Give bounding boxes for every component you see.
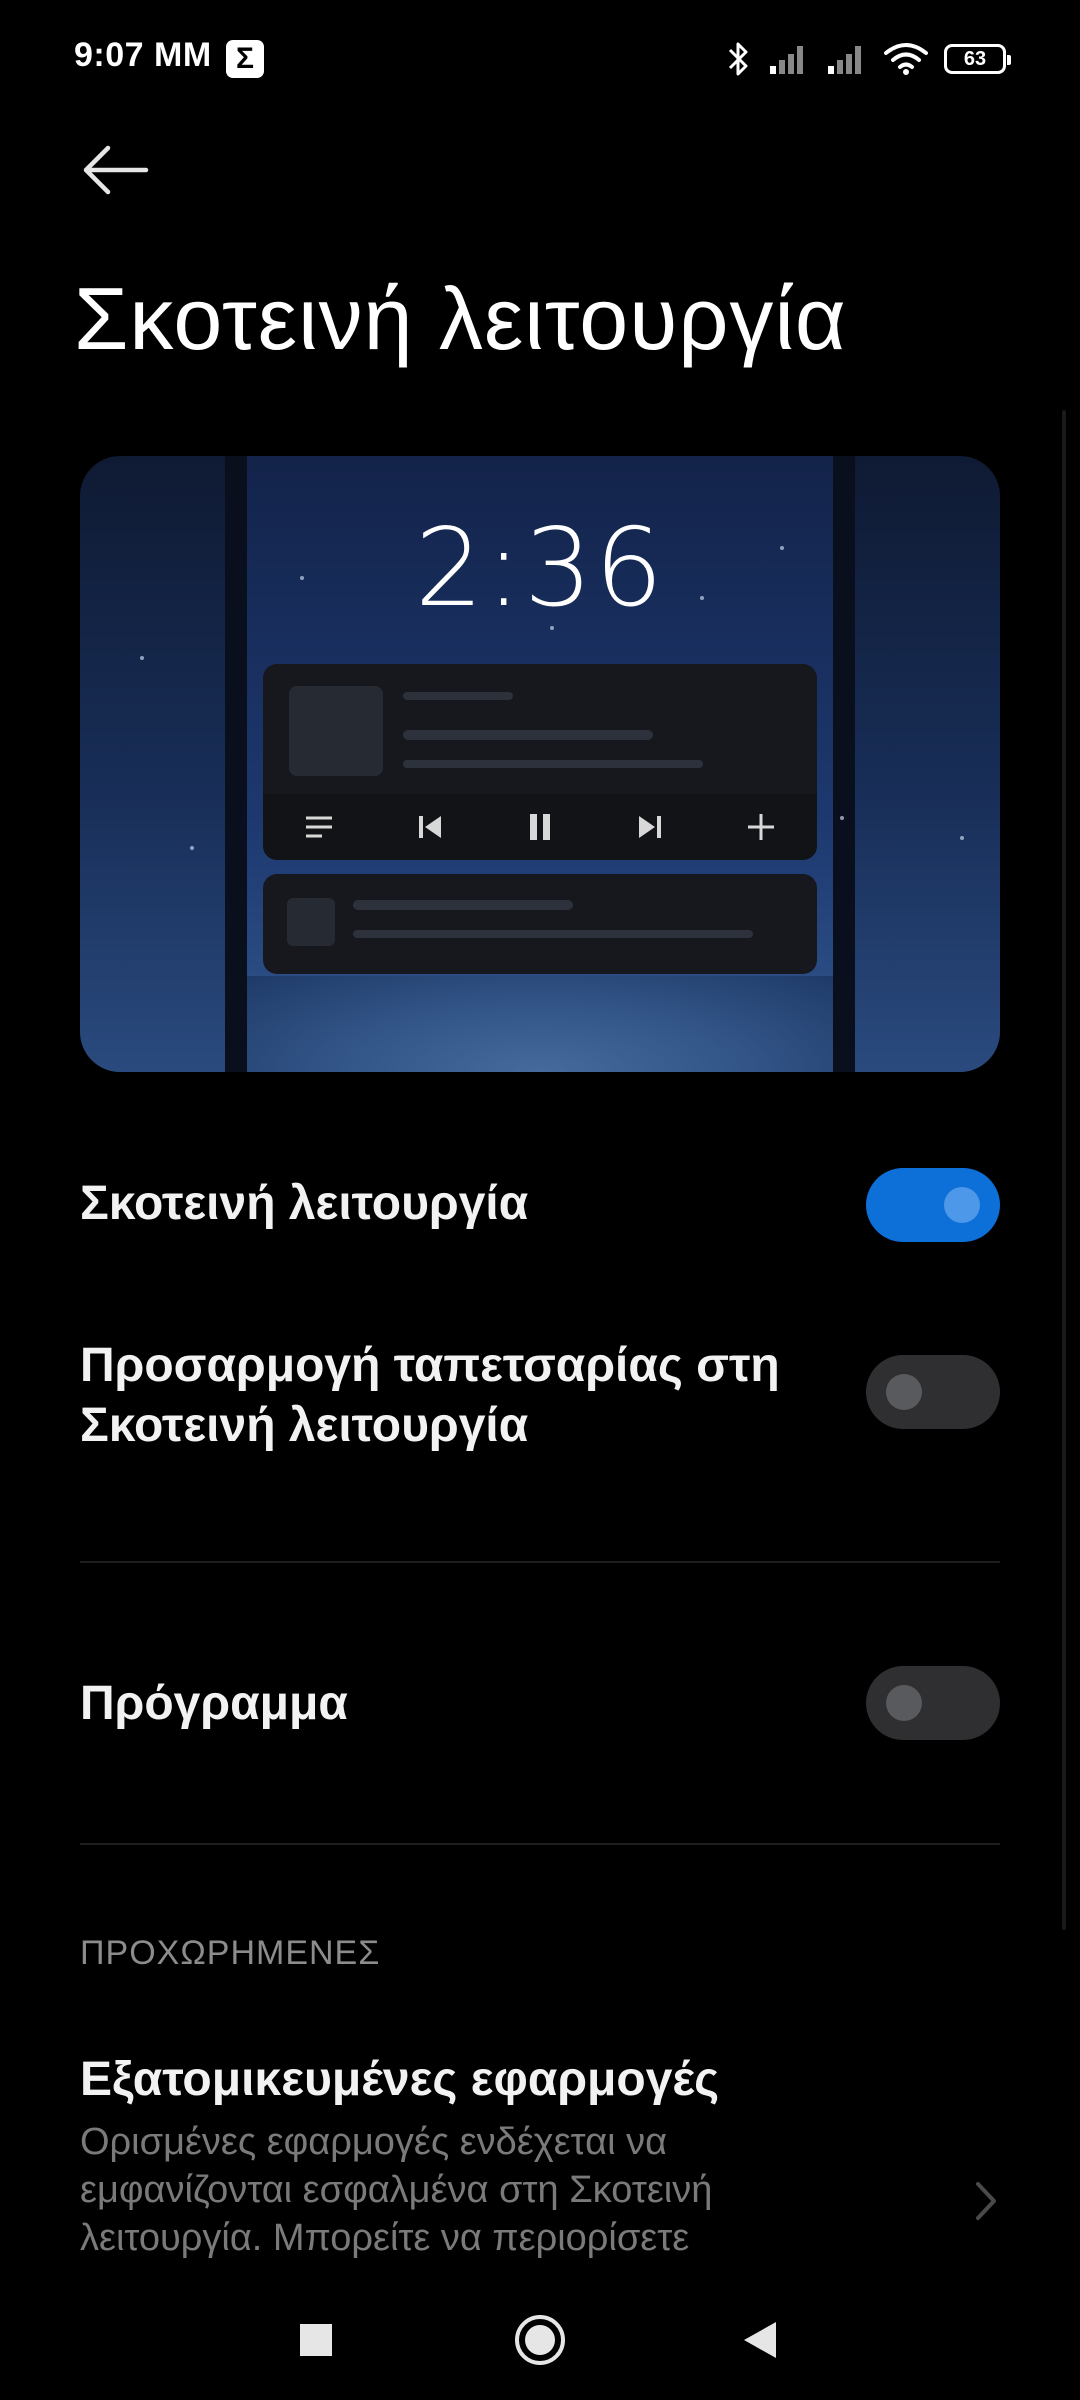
signal-icon: [828, 46, 861, 74]
divider: [80, 1561, 1000, 1563]
status-icons: 63: [724, 36, 1011, 82]
chevron-right-icon: [976, 2182, 996, 2220]
media-controls: [263, 794, 817, 860]
recents-square-icon: [300, 2324, 332, 2356]
preview-notification-card: [263, 874, 817, 974]
nav-back-button[interactable]: [722, 2302, 798, 2378]
status-bar: 9:07 ΜΜ Σ 63: [0, 0, 1080, 118]
dark-mode-preview: 2:36: [80, 456, 1000, 1072]
preview-media-widget: [263, 664, 817, 860]
home-button[interactable]: [502, 2302, 578, 2378]
navigation-bar: [0, 2280, 1080, 2400]
schedule-label: Πρόγραμμα: [80, 1677, 348, 1730]
status-time: 9:07 ΜΜ: [74, 36, 212, 74]
next-icon: [639, 816, 661, 838]
previous-icon: [419, 816, 441, 838]
wallpaper-dark-mode-toggle[interactable]: [866, 1355, 1000, 1429]
section-header-advanced: ΠΡΟΧΩΡΗΜΕΝΕΣ: [80, 1934, 381, 1972]
dark-mode-label: Σκοτεινή λειτουργία: [80, 1177, 529, 1230]
playlist-icon: [306, 816, 332, 838]
arrow-left-icon: [83, 145, 149, 195]
toggle-knob: [886, 1685, 922, 1721]
pause-icon: [530, 814, 550, 840]
custom-apps-description: Ορισμένες εφαρμογές ενδέχεται να εμφανίζ…: [80, 2121, 713, 2259]
back-button[interactable]: [80, 140, 152, 200]
home-circle-icon: [515, 2315, 565, 2365]
divider: [80, 1843, 1000, 1845]
dark-mode-toggle[interactable]: [866, 1168, 1000, 1242]
toggle-knob: [944, 1187, 980, 1223]
scrollbar[interactable]: [1062, 410, 1066, 1930]
battery-level: 63: [963, 47, 987, 70]
add-icon: [748, 814, 774, 840]
wallpaper-label-line2: Σκοτεινή λειτουργία: [80, 1399, 529, 1452]
wallpaper-dark-mode-label: Προσαρμογή ταπετσαρίας στη Σκοτεινή λειτ…: [80, 1336, 780, 1456]
schedule-toggle[interactable]: [866, 1666, 1000, 1740]
recents-button[interactable]: [278, 2302, 354, 2378]
toggle-knob: [886, 1374, 922, 1410]
preview-dunes: [247, 976, 833, 1072]
battery-icon: 63: [944, 44, 1011, 74]
wifi-icon: [884, 43, 928, 75]
bluetooth-icon: [728, 42, 748, 76]
page-title: Σκοτεινή λειτουργία: [74, 269, 847, 368]
sigma-icon: Σ: [226, 40, 264, 78]
back-triangle-icon: [744, 2322, 776, 2358]
wallpaper-label-line1: Προσαρμογή ταπετσαρίας στη: [80, 1339, 780, 1392]
album-art-placeholder: [289, 686, 383, 776]
custom-apps-title: Εξατομικευμένες εφαρμογές: [80, 2053, 720, 2106]
notification-icon-placeholder: [287, 898, 335, 946]
preview-clock: 2:36: [414, 506, 666, 631]
signal-icon: [770, 46, 803, 74]
